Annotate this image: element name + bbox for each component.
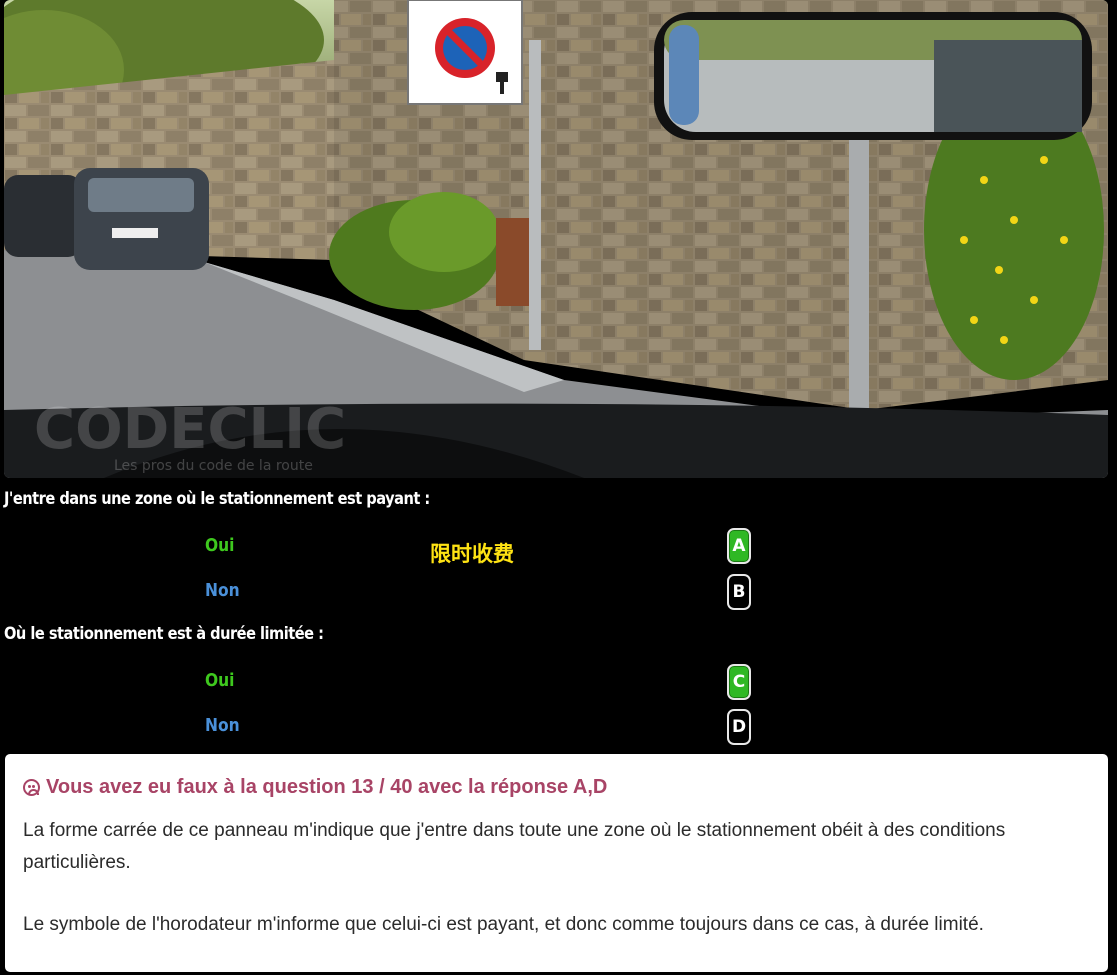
answer-key-a[interactable]: A [727,528,751,564]
option-2-no-label: Non [205,715,240,736]
watermark-subtitle: Les pros du code de la route [114,458,313,474]
question-2-title: Où le stationnement est à durée limitée … [4,624,324,644]
annotation-text: 限时收费 [430,542,514,566]
sad-face-icon [23,779,40,796]
question-1-title: J'entre dans une zone où le stationnemen… [4,489,430,509]
watermark: CODECLIC [34,397,346,462]
feedback-headline: Vous avez eu faux à la question 13 / 40 … [23,776,1090,799]
feedback-paragraph-2: Le symbole de l'horodateur m'informe que… [23,914,984,935]
feedback-paragraph-1: La forme carrée de ce panneau m'indique … [23,820,1006,873]
rear-view-mirror [654,12,1092,140]
question-photo: CODECLIC Les pros du code de la route [4,0,1108,478]
feedback-explanation: La forme carrée de ce panneau m'indique … [23,815,1090,941]
option-2-yes-label: Oui [205,670,235,691]
answer-key-d[interactable]: D [727,709,751,745]
answer-key-c[interactable]: C [727,664,751,700]
no-parking-sign-icon [435,18,495,78]
option-1-yes-label: Oui [205,535,235,556]
feedback-panel: Vous avez eu faux à la question 13 / 40 … [5,754,1108,972]
feedback-headline-text: Vous avez eu faux à la question 13 / 40 … [46,776,608,798]
license-plate [112,228,158,238]
answer-key-b[interactable]: B [727,574,751,610]
option-1-no-label: Non [205,580,240,601]
